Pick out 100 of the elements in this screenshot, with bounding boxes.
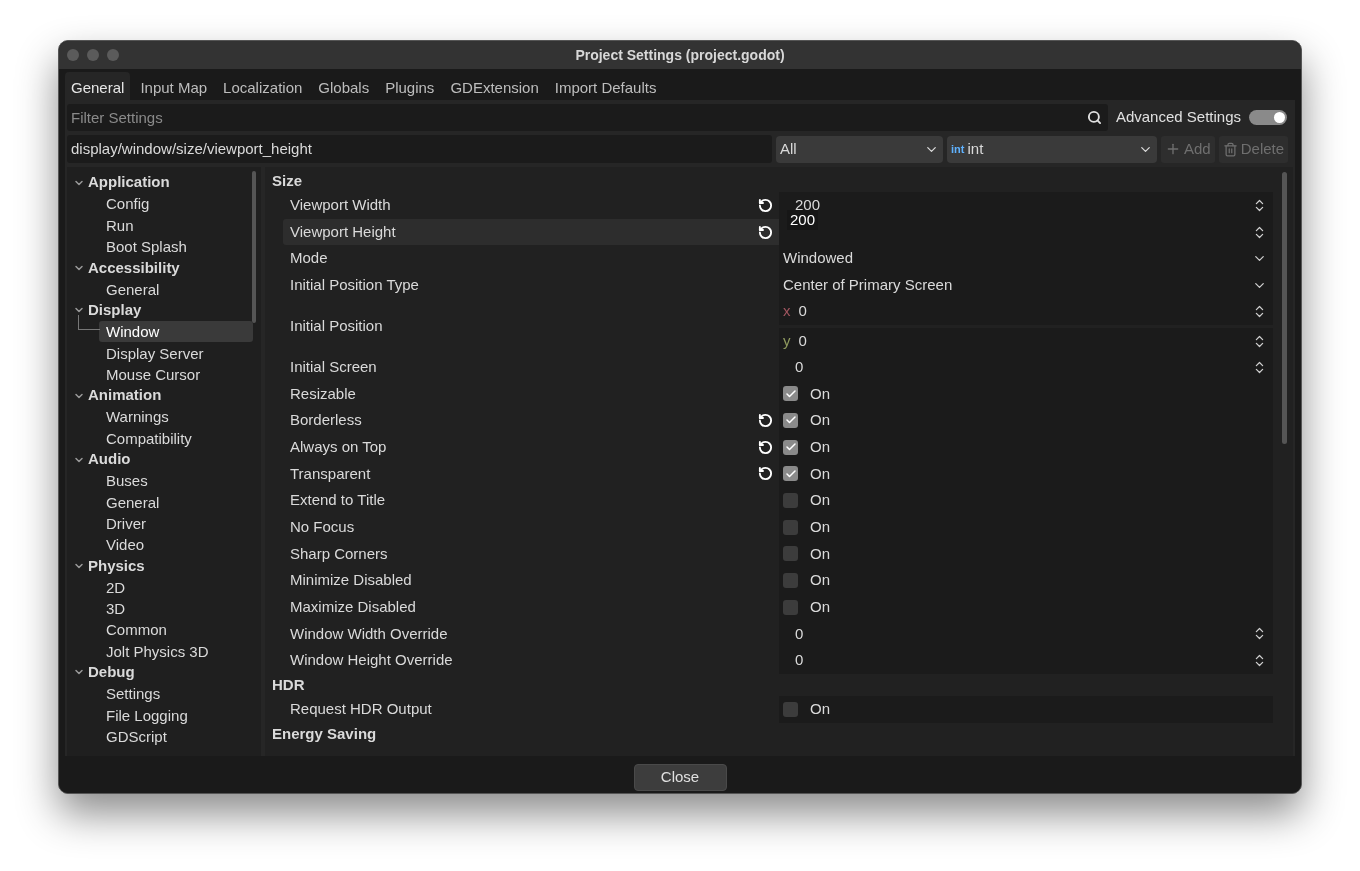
sidebar-item[interactable]: Video — [99, 534, 145, 556]
sidebar-group[interactable]: Accessibility — [88, 256, 180, 280]
window-title: Project Settings (project.godot) — [575, 45, 785, 65]
sidebar-group[interactable]: Physics — [88, 554, 145, 578]
checkbox[interactable] — [783, 493, 798, 509]
sidebar-item[interactable]: Driver — [99, 512, 146, 534]
type-value: int — [967, 138, 984, 159]
axis-label: x — [783, 301, 791, 321]
property-label: Mode — [289, 248, 329, 269]
sidebar-item[interactable]: Display Server — [99, 342, 204, 364]
sidebar-group[interactable]: Animation — [88, 384, 162, 407]
checkbox[interactable] — [783, 701, 798, 717]
revert-icon[interactable] — [758, 197, 773, 213]
sidebar-item[interactable]: Mouse Cursor — [99, 363, 201, 385]
property-label: Transparent — [283, 460, 779, 488]
sidebar-item[interactable]: 3D — [99, 598, 126, 620]
sidebar-group[interactable]: Debug — [88, 661, 135, 684]
sidebar-item[interactable]: Run — [99, 214, 134, 236]
number-field[interactable]: 0 — [779, 353, 1273, 381]
search-icon — [1086, 109, 1102, 125]
revert-icon[interactable] — [758, 224, 773, 240]
tab[interactable]: General — [65, 72, 131, 100]
sidebar-item[interactable]: Jolt Physics 3D — [99, 640, 209, 662]
plus-icon — [1165, 141, 1181, 157]
sidebar-item[interactable]: Config — [99, 193, 150, 215]
number-field[interactable]: 0 — [779, 647, 1273, 674]
sidebar-item[interactable]: General — [99, 491, 160, 513]
sidebar-item[interactable]: Boot Splash — [99, 236, 187, 258]
checkbox-label: On — [810, 543, 830, 564]
revert-icon[interactable] — [758, 466, 773, 482]
checkbox[interactable] — [783, 546, 798, 562]
filter-field[interactable]: Filter Settings — [67, 103, 1108, 131]
sidebar-item[interactable]: Window — [99, 321, 253, 343]
revert-icon[interactable] — [758, 439, 773, 455]
revert-icon[interactable] — [758, 412, 773, 428]
number-field[interactable]: y 0 — [779, 327, 1273, 355]
property-label: Window Height Override — [289, 650, 454, 671]
tab[interactable]: Localization — [217, 72, 309, 100]
tab[interactable]: Plugins — [379, 72, 441, 100]
check-icon — [784, 387, 797, 400]
property-label: Viewport Height — [283, 218, 779, 246]
property-label: Resizable — [289, 383, 357, 404]
sidebar-item[interactable]: Warnings — [99, 406, 169, 428]
axis-label: y — [783, 331, 791, 351]
tab[interactable]: Globals — [312, 72, 376, 100]
checkbox-label: On — [810, 570, 830, 591]
field-value: 0 — [798, 301, 807, 321]
checkbox-label: On — [810, 463, 830, 484]
property-label: Window Width Override — [289, 623, 449, 644]
property-label: Extend to Title — [289, 490, 387, 511]
property-label: Initial Screen — [289, 356, 378, 377]
trash-icon — [1222, 141, 1238, 157]
sidebar-group[interactable]: Application — [88, 171, 170, 194]
sidebar-item[interactable]: 2D — [99, 576, 126, 598]
type-dropdown[interactable]: int int — [947, 135, 1157, 163]
tooltip: 200 — [787, 209, 819, 230]
tab[interactable]: GDExtension — [444, 72, 545, 100]
property-path-field[interactable]: display/window/size/viewport_height — [67, 135, 772, 163]
checkbox[interactable] — [783, 573, 798, 589]
tab[interactable]: Input Map — [134, 72, 214, 100]
property-label: Minimize Disabled — [289, 570, 413, 591]
number-field[interactable]: 0 — [779, 620, 1273, 648]
checkbox[interactable] — [783, 599, 798, 615]
type-label: int — [951, 141, 965, 157]
checkbox-label: On — [810, 383, 830, 404]
property-label: Viewport Width — [283, 192, 779, 219]
advanced-settings-toggle[interactable] — [1249, 109, 1287, 125]
checkbox[interactable] — [783, 412, 798, 428]
checkbox[interactable] — [783, 466, 798, 482]
property-label: Sharp Corners — [289, 543, 389, 564]
sidebar-item[interactable]: GDScript — [99, 725, 167, 747]
checkbox-label: On — [810, 516, 830, 537]
checkbox-label: On — [810, 699, 830, 720]
sidebar-item[interactable]: File Logging — [99, 704, 188, 726]
dropdown[interactable]: Center of Primary Screen — [779, 272, 1273, 299]
scope-dropdown[interactable]: All — [776, 135, 943, 163]
sidebar-group[interactable]: Display — [88, 299, 142, 322]
property-label: Borderless — [283, 407, 779, 434]
section-header: HDR — [272, 675, 306, 695]
property-label: No Focus — [289, 516, 356, 537]
dropdown[interactable]: Windowed — [779, 245, 1273, 273]
sidebar-item[interactable]: Common — [99, 619, 167, 641]
checkbox[interactable] — [783, 386, 798, 402]
checkbox-label: On — [810, 436, 830, 457]
sidebar-item[interactable]: Compatibility — [99, 427, 192, 449]
number-field[interactable]: x 0 — [779, 297, 1273, 325]
field-value: 0 — [798, 331, 807, 351]
close-button[interactable]: Close — [633, 763, 727, 791]
sidebar-item[interactable]: Buses — [99, 470, 148, 492]
property-label: Request HDR Output — [289, 699, 433, 720]
sidebar-item[interactable]: General — [99, 278, 160, 300]
sidebar-item[interactable]: Settings — [99, 683, 161, 705]
property-label: Always on Top — [283, 433, 779, 461]
check-icon — [784, 467, 797, 480]
checkbox-label: On — [810, 410, 830, 431]
tab[interactable]: Import Defaults — [548, 72, 663, 100]
property-label: Initial Position Type — [289, 275, 420, 296]
checkbox[interactable] — [783, 519, 798, 535]
sidebar-group[interactable]: Audio — [88, 448, 131, 471]
checkbox[interactable] — [783, 439, 798, 455]
